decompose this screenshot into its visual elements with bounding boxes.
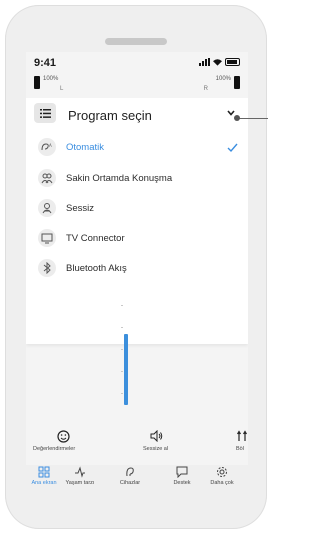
list-menu-button[interactable] (34, 103, 56, 123)
right-aid-battery: 100% (216, 76, 240, 89)
program-item-sakin-ortamda-konusma[interactable]: Sakin Ortamda Konuşma (26, 163, 248, 193)
status-icons (199, 58, 240, 66)
callout-line (238, 118, 268, 119)
split-label: Böl (236, 446, 244, 452)
app-screen: 9:41 100% L R 100% Program seçin A Otoma… (26, 52, 248, 465)
program-label: Otomatik (66, 141, 105, 153)
tv-icon (38, 229, 56, 247)
volume-meter[interactable] (121, 295, 128, 405)
program-label: TV Connector (66, 232, 125, 244)
status-time: 9:41 (34, 57, 57, 69)
tab-destek[interactable]: Destek (164, 466, 200, 486)
list-icon (39, 108, 51, 118)
program-item-bluetooth-akis[interactable]: Bluetooth Akış (26, 253, 248, 283)
meter-tick (121, 349, 123, 350)
meter-tick (121, 393, 123, 394)
speaker-icon (150, 430, 162, 442)
feedback-button[interactable] (53, 426, 73, 446)
right-side-label: R (203, 86, 208, 92)
split-icon (236, 430, 248, 441)
svg-text:A: A (49, 143, 52, 148)
tab-label: Yaşam tarzı (65, 480, 95, 486)
tab-label: Cihazlar (119, 480, 141, 486)
program-item-otomatik[interactable]: A Otomatik (26, 132, 248, 162)
status-bar: 9:41 (26, 52, 248, 72)
chat-icon (176, 466, 188, 478)
tab-ana-ekran[interactable]: Ana ekran (26, 466, 62, 486)
mute-button[interactable] (146, 426, 166, 446)
right-battery-icon (234, 76, 240, 89)
hearing-aid-status: 100% L R 100% (26, 74, 248, 96)
left-side-label: L (60, 86, 64, 92)
left-battery-percent: 100% (43, 76, 59, 82)
program-item-tv-connector[interactable]: TV Connector (26, 223, 248, 253)
right-battery-percent: 100% (215, 76, 231, 82)
home-grid-icon (38, 466, 50, 478)
callout-dot (234, 115, 240, 121)
tab-yasam-tarzi[interactable]: Yaşam tarzı (62, 466, 98, 486)
left-battery-icon (34, 76, 40, 89)
mute-icon (38, 199, 56, 217)
meter-tick (121, 371, 123, 372)
tab-label: Ana ekran (31, 480, 57, 486)
smiley-icon (56, 429, 70, 443)
automatic-icon: A (38, 138, 56, 156)
wifi-icon (213, 59, 222, 66)
mute-label: Sessize al (143, 446, 169, 452)
checkmark-icon (227, 143, 238, 152)
left-aid-battery: 100% (34, 76, 58, 89)
bottom-tab-bar: Ana ekran Yaşam tarzı Cihazlar Destek Da… (26, 466, 248, 494)
conversation-icon (38, 169, 56, 187)
program-dropdown-header[interactable]: Program seçin (26, 98, 248, 130)
volume-level-bar (124, 333, 128, 405)
meter-tick (121, 327, 123, 328)
meter-tick (121, 305, 123, 306)
battery-icon (225, 58, 240, 66)
split-button[interactable] (232, 426, 252, 446)
gear-icon (217, 467, 227, 477)
program-dropdown-title: Program seçin (68, 108, 152, 123)
tab-label: Destek (173, 480, 191, 486)
hearing-aid-icon (126, 467, 134, 477)
program-item-sessiz[interactable]: Sessiz (26, 193, 248, 223)
signal-icon (199, 58, 210, 66)
tab-cihazlar[interactable]: Cihazlar (112, 466, 148, 486)
program-label: Sakin Ortamda Konuşma (66, 172, 173, 184)
bluetooth-icon (38, 259, 56, 277)
program-dropdown: Program seçin A Otomatik Sakin Ortamda K… (26, 98, 248, 344)
tab-daha-cok[interactable]: Daha çok (204, 466, 240, 486)
phone-speaker (105, 38, 167, 45)
program-label: Sessiz (66, 202, 94, 214)
feedback-label: Değerlendirmeler (33, 446, 76, 452)
program-label: Bluetooth Akış (66, 262, 127, 274)
pulse-icon (75, 466, 85, 478)
tab-label: Daha çok (210, 480, 234, 486)
